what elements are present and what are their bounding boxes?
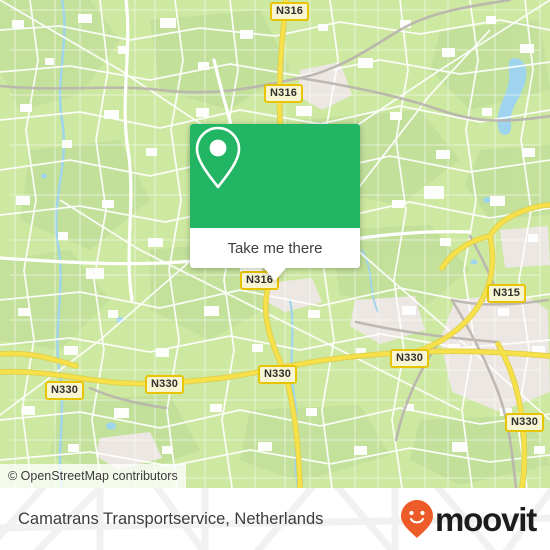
road-shield: N330: [145, 375, 185, 394]
popup-pointer-tail: [264, 268, 286, 281]
page-title: Camatrans Transportservice, Netherlands: [18, 509, 324, 528]
map-canvas[interactable]: N316 N316 N316 N315 N330 N330 N330 N330 …: [0, 0, 550, 488]
road-shield: N330: [505, 413, 545, 432]
road-shield: N330: [258, 365, 298, 384]
road-shield: N315: [487, 284, 527, 303]
moovit-smiley-pin-icon: [401, 500, 434, 538]
footer-bar: Camatrans Transportservice, Netherlands …: [0, 488, 550, 550]
moovit-brand[interactable]: moovit: [400, 499, 537, 539]
location-popup-card[interactable]: Take me there: [190, 124, 360, 281]
map-attribution[interactable]: © OpenStreetMap contributors: [0, 464, 186, 488]
road-shield: N316: [270, 2, 310, 21]
road-shield: N330: [45, 381, 85, 400]
map-pin-icon: [195, 126, 241, 189]
road-shield: N330: [390, 349, 430, 368]
popup-icon-area: [190, 124, 360, 228]
road-shield: N316: [264, 84, 304, 103]
take-me-there-button[interactable]: Take me there: [190, 228, 360, 268]
moovit-wordmark: moovit: [435, 500, 537, 538]
map-screenshot: N316 N316 N316 N315 N330 N330 N330 N330 …: [0, 0, 550, 550]
